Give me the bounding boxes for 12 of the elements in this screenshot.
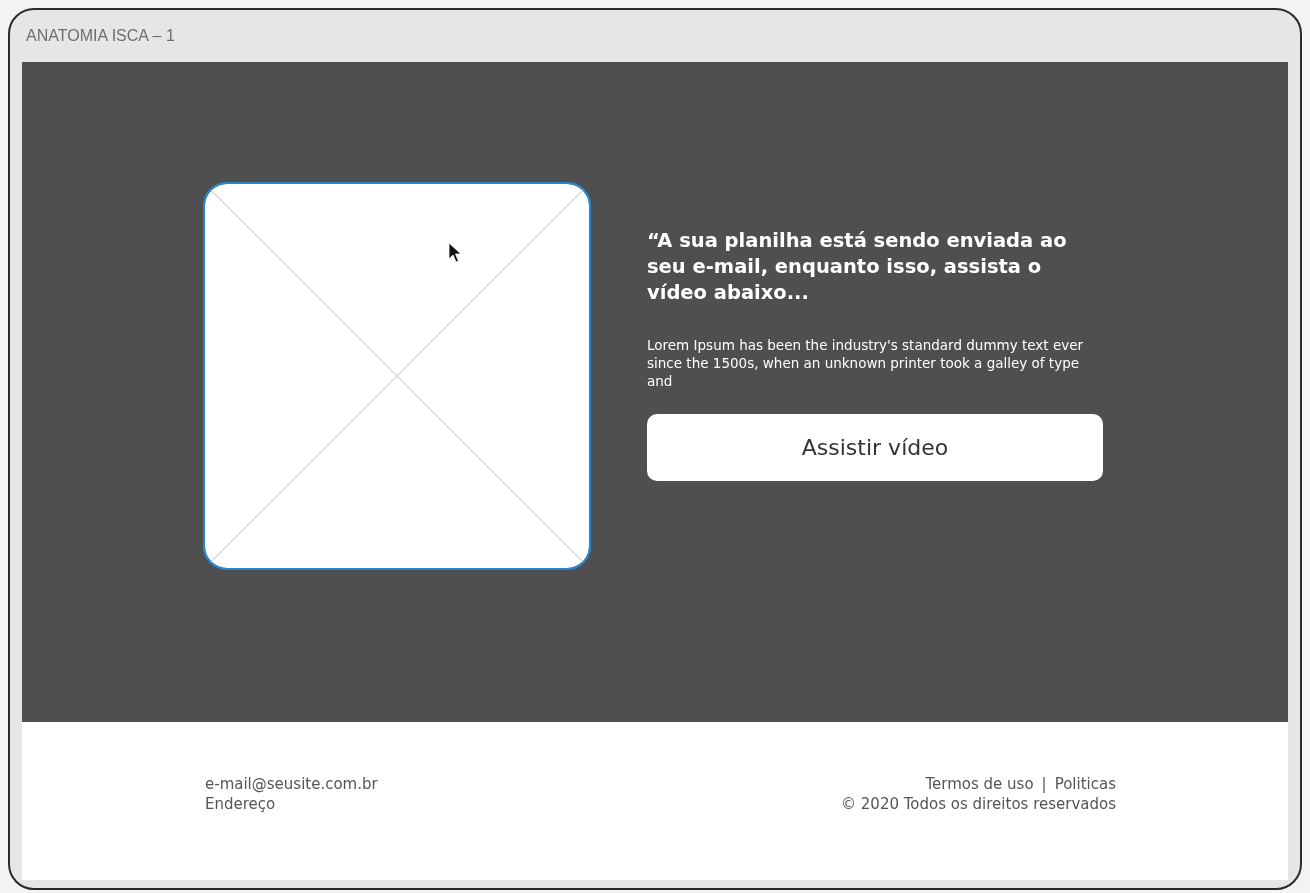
copyright-text: © 2020 Todos os direitos reservados — [841, 794, 1116, 814]
body-paragraph: Lorem Ipsum has been the industry's standard dummy text ever since the 1500s, when an unknown printer took a galley of type and — [647, 336, 1085, 390]
link-separator: | — [1041, 774, 1047, 794]
email-text: e-mail@seusite.com.br — [205, 774, 378, 794]
watch-video-button[interactable]: Assistir vídeo — [647, 414, 1103, 481]
cursor-icon — [448, 242, 462, 264]
image-placeholder[interactable] — [205, 184, 589, 568]
quote-heading: “A sua planilha está sendo enviada ao seu e-mail, enquanto isso, assista o vídeo abaixo... — [647, 228, 1068, 306]
footer-link[interactable]: Termos de uso — [925, 774, 1034, 794]
window-title: ANATOMIA ISCA – 1 — [26, 27, 175, 45]
address-text: Endereço — [205, 794, 276, 814]
footer-link[interactable]: Politicas — [1054, 774, 1116, 794]
